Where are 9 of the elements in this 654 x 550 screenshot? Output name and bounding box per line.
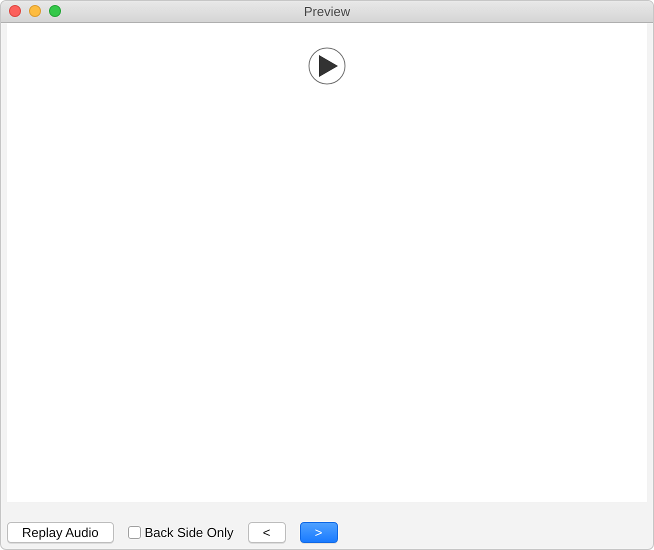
zoom-button[interactable] bbox=[49, 5, 61, 17]
checkbox[interactable] bbox=[128, 526, 141, 539]
close-button[interactable] bbox=[9, 5, 21, 17]
minimize-button[interactable] bbox=[29, 5, 41, 17]
replay-button[interactable]: Replay Audio bbox=[7, 522, 114, 543]
play-icon[interactable] bbox=[308, 47, 346, 85]
checkbox-label[interactable]: Back Side Only bbox=[144, 525, 234, 540]
nav-button[interactable]: < bbox=[248, 522, 286, 543]
window-title: Preview bbox=[304, 4, 350, 19]
